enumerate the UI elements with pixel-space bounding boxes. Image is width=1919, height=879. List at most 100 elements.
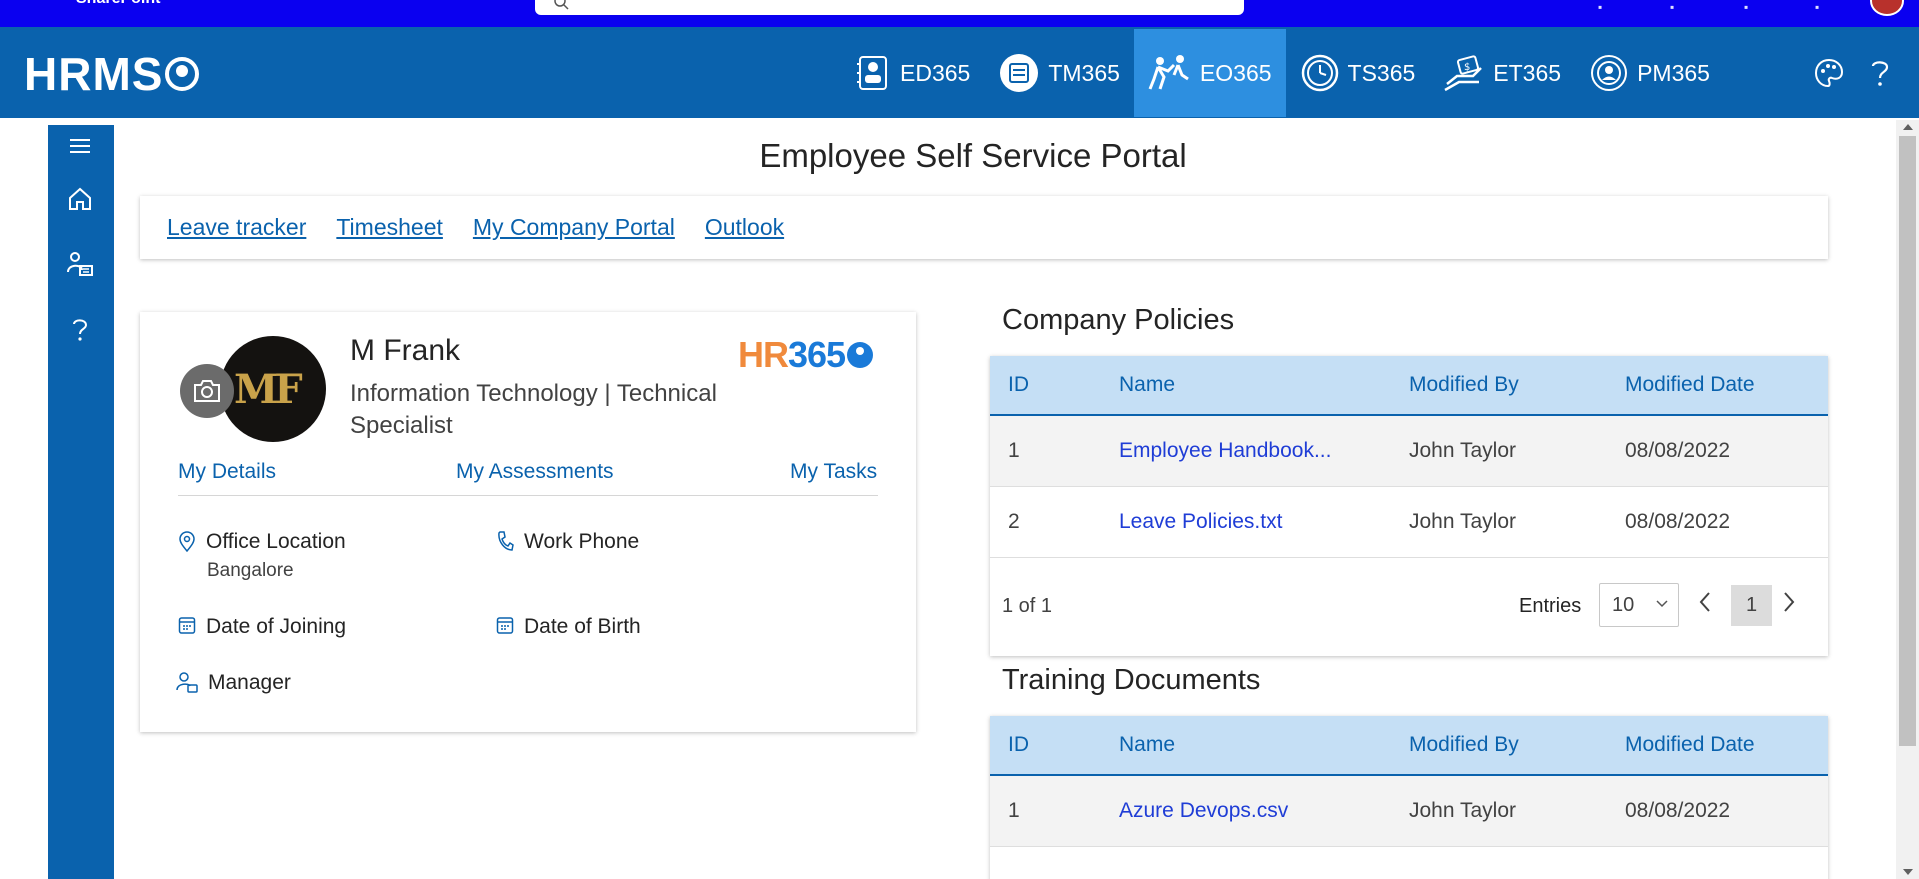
employee-onboarding-icon — [1148, 55, 1189, 90]
entries-value: 10 — [1612, 594, 1635, 616]
cell-modified-by: John Taylor — [1409, 439, 1517, 462]
date-of-birth-field: Date of Birth — [496, 615, 641, 639]
tab-my-details[interactable]: My Details — [178, 460, 276, 484]
manager-label: Manager — [208, 671, 291, 694]
chevron-down-icon — [1656, 600, 1668, 608]
nav-ed365[interactable]: ED365 — [840, 29, 984, 117]
nav-ts365[interactable]: TS365 — [1286, 29, 1430, 117]
company-policies-title: Company Policies — [1002, 304, 1235, 336]
nav-label: ED365 — [900, 59, 971, 86]
cell-name-link[interactable]: Employee Handbook... — [1119, 439, 1331, 463]
nav-label: TS365 — [1347, 59, 1416, 86]
svg-text:$: $ — [1464, 62, 1470, 73]
cell-id: 1 — [1008, 799, 1020, 822]
cell-modified-by: John Taylor — [1409, 799, 1517, 822]
table-row: 2 Leave Policies.txt John Taylor 08/08/2… — [990, 487, 1828, 558]
tab-my-tasks[interactable]: My Tasks — [790, 460, 877, 484]
page-title: Employee Self Service Portal — [759, 137, 1187, 174]
tab-my-assessments[interactable]: My Assessments — [456, 460, 614, 484]
work-phone-field: Work Phone — [496, 530, 639, 554]
left-sidebar — [48, 125, 114, 879]
manager-field: Manager — [176, 671, 291, 695]
column-header-modified-date[interactable]: Modified Date — [1625, 733, 1755, 757]
cell-modified-date: 08/08/2022 — [1625, 439, 1731, 462]
expense-tracker-icon: $ — [1444, 55, 1483, 92]
column-header-id[interactable]: ID — [1008, 373, 1029, 397]
home-icon[interactable] — [65, 184, 95, 214]
page-number-button[interactable]: 1 — [1731, 585, 1772, 626]
cell-modified-by: John Taylor — [1409, 510, 1517, 533]
calendar-icon — [496, 617, 514, 634]
link-leave-tracker[interactable]: Leave tracker — [167, 214, 306, 241]
logo-person-icon — [847, 342, 874, 368]
nav-pm365[interactable]: PM365 — [1575, 29, 1724, 117]
feedback-icon[interactable]: ▪ — [1815, 0, 1819, 14]
column-header-modified-by[interactable]: Modified By — [1409, 733, 1519, 757]
column-header-modified-date[interactable]: Modified Date — [1625, 373, 1755, 397]
cell-id: 1 — [1008, 439, 1020, 462]
timesheet-clock-icon — [1301, 54, 1338, 92]
table-row: 1 Azure Devops.csv John Taylor 08/08/202… — [990, 776, 1828, 847]
training-documents-table: ID Name Modified By Modified Date 1 Azur… — [990, 716, 1828, 879]
office-location-field: Office Location Bangalore — [178, 530, 346, 582]
office-location-value: Bangalore — [207, 560, 294, 581]
scroll-down-arrow[interactable] — [1903, 869, 1913, 875]
chevron-right-icon[interactable] — [1782, 591, 1796, 613]
sharepoint-brand[interactable]: SharePoint — [76, 0, 160, 8]
office-location-label: Office Location — [206, 530, 346, 553]
employee-name: M Frank — [350, 334, 461, 367]
cell-name-link[interactable]: Leave Policies.txt — [1119, 510, 1282, 534]
scrollbar-thumb[interactable] — [1899, 136, 1916, 746]
people-org-icon[interactable] — [65, 249, 95, 279]
column-header-name[interactable]: Name — [1119, 733, 1175, 757]
column-header-modified-by[interactable]: Modified By — [1409, 373, 1519, 397]
hr365-logo: HR 365 — [738, 334, 874, 376]
column-header-name[interactable]: Name — [1119, 373, 1175, 397]
location-pin-icon — [179, 531, 195, 553]
settings-icon[interactable]: ▪ — [1670, 0, 1674, 14]
employee-department: Information Technology | Technical Speci… — [350, 380, 717, 439]
work-phone-label: Work Phone — [524, 530, 640, 553]
nav-label: ET365 — [1493, 59, 1562, 86]
column-header-id[interactable]: ID — [1008, 733, 1029, 757]
nav-et365[interactable]: $ ET365 — [1429, 29, 1575, 117]
help-icon[interactable]: ▪ — [1744, 0, 1748, 14]
cell-id: 2 — [1008, 510, 1020, 533]
palette-icon[interactable] — [1813, 57, 1845, 89]
date-of-birth-label: Date of Birth — [524, 615, 641, 638]
help-icon[interactable] — [1868, 57, 1892, 89]
help-icon[interactable] — [65, 315, 95, 345]
profile-tabs: My Details My Assessments My Tasks — [178, 460, 878, 496]
sharepoint-search-box[interactable] — [535, 0, 1244, 15]
logo-365: 365 — [788, 334, 846, 375]
search-icon — [554, 0, 569, 10]
nav-label: EO365 — [1199, 59, 1272, 86]
training-documents-title: Training Documents — [1002, 664, 1261, 696]
logo-text: HRMS — [24, 48, 164, 100]
user-avatar[interactable] — [1870, 0, 1904, 16]
logo-hr: HR — [738, 334, 789, 375]
hrms-logo[interactable]: HRMS — [24, 47, 200, 101]
calendar-icon — [178, 617, 196, 634]
nav-label: TM365 — [1048, 59, 1120, 86]
link-timesheet[interactable]: Timesheet — [336, 214, 443, 241]
avatar-monogram: MF — [234, 366, 303, 413]
manager-person-icon — [176, 672, 198, 693]
employee-directory-icon — [857, 56, 887, 90]
profile-avatar: MF — [220, 336, 326, 442]
table-header: ID Name Modified By Modified Date — [990, 356, 1828, 416]
link-my-company-portal[interactable]: My Company Portal — [473, 214, 675, 241]
notification-icon[interactable]: ▪ — [1598, 0, 1602, 14]
nav-eo365[interactable]: EO365 — [1133, 29, 1286, 117]
scroll-up-arrow[interactable] — [1903, 124, 1913, 130]
entries-select[interactable]: 10 — [1599, 583, 1679, 627]
cell-name-link[interactable]: Azure Devops.csv — [1119, 799, 1288, 823]
product-nav: ED365 TM365 EO365 TS365 $ ET365 PM365 — [840, 29, 1724, 117]
link-outlook[interactable]: Outlook — [705, 214, 784, 241]
nav-tm365[interactable]: TM365 — [984, 29, 1134, 117]
chevron-left-icon[interactable] — [1698, 591, 1712, 613]
page-scrollbar[interactable] — [1896, 120, 1919, 879]
change-photo-button[interactable] — [180, 364, 234, 418]
cell-modified-date: 08/08/2022 — [1625, 510, 1731, 533]
camera-icon — [194, 380, 220, 402]
